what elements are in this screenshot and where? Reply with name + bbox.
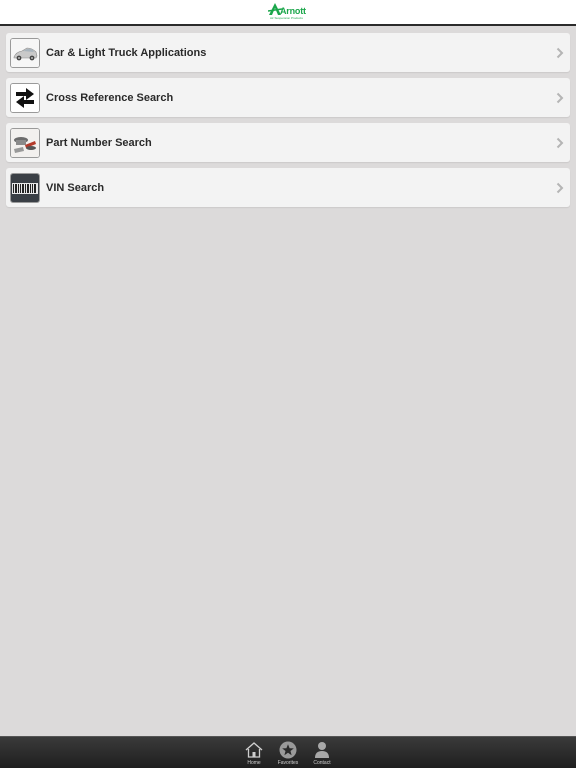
menu-item-cross-reference[interactable]: Cross Reference Search (6, 78, 570, 117)
menu-item-label: Car & Light Truck Applications (46, 46, 207, 59)
chevron-right-icon (554, 137, 566, 149)
bottom-tab-bar: Home Favorites Contact (0, 736, 576, 768)
menu-item-vin-search[interactable]: VIN Search (6, 168, 570, 207)
tab-contact[interactable]: Contact (309, 737, 335, 768)
swap-arrows-icon (10, 82, 40, 113)
chevron-right-icon (554, 182, 566, 194)
menu-item-label: Part Number Search (46, 136, 152, 149)
top-bar: Arnott Air Suspension Products (0, 0, 576, 26)
main-menu: Car & Light Truck Applications Cross Ref… (6, 33, 570, 213)
logo-tagline: Air Suspension Products (270, 16, 303, 20)
brand-logo: Arnott Air Suspension Products (268, 2, 308, 22)
person-icon (313, 741, 331, 759)
tab-label: Home (247, 760, 261, 766)
chevron-right-icon (554, 92, 566, 104)
star-icon (279, 741, 297, 759)
menu-item-part-number[interactable]: Part Number Search (6, 123, 570, 162)
menu-item-label: VIN Search (46, 181, 105, 194)
menu-item-label: Cross Reference Search (46, 91, 174, 104)
tab-label: Favorites (277, 760, 299, 766)
tab-label: Contact (313, 760, 331, 766)
tab-home[interactable]: Home (241, 737, 267, 768)
chevron-right-icon (554, 47, 566, 59)
logo-wordmark: Arnott (280, 6, 306, 16)
car-icon (10, 37, 40, 68)
parts-icon (10, 127, 40, 158)
app-screen: Arnott Air Suspension Products Car & Lig… (0, 0, 576, 768)
home-icon (245, 741, 263, 759)
barcode-icon (10, 172, 40, 203)
tab-favorites[interactable]: Favorites (275, 737, 301, 768)
menu-item-car-light-truck[interactable]: Car & Light Truck Applications (6, 33, 570, 72)
